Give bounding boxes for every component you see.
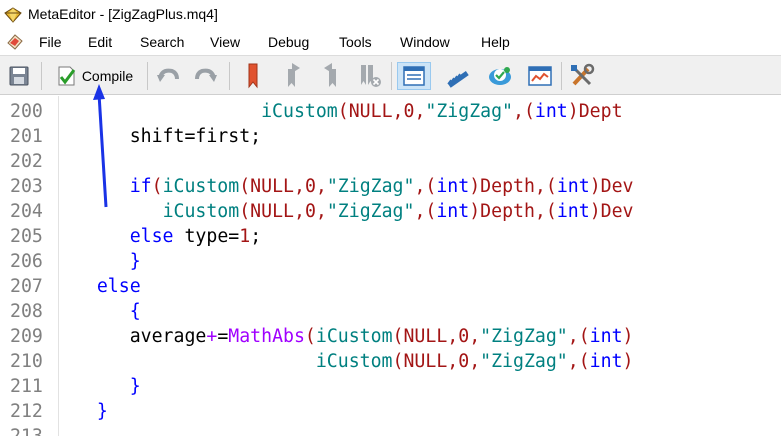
market-icon — [528, 66, 552, 86]
bookmark-button[interactable] — [240, 62, 266, 90]
bookmark-icon — [248, 63, 258, 89]
line-number: 209 — [10, 326, 43, 347]
line-number: 207 — [10, 276, 43, 297]
code-line[interactable]: { — [64, 299, 141, 324]
window-title: MetaEditor - [ZigZagPlus.mq4] — [28, 6, 218, 22]
market-button[interactable] — [525, 62, 555, 90]
code-line[interactable]: iCustom(NULL,0,"ZigZag",(int)Depth,(int)… — [64, 199, 634, 224]
menu-help[interactable]: Help — [479, 33, 512, 51]
menu-file[interactable]: File — [37, 33, 64, 51]
line-number: 213 — [10, 424, 43, 436]
options-icon — [571, 63, 595, 86]
code-line[interactable]: else type=1; — [64, 224, 261, 249]
bookmark-next-button[interactable] — [280, 62, 306, 90]
code-line[interactable]: if(iCustom(NULL,0,"ZigZag",(int)Depth,(i… — [64, 174, 634, 199]
undo-icon — [157, 68, 179, 82]
line-number: 208 — [10, 301, 43, 322]
bookmark-next-icon — [288, 63, 300, 87]
menu-tools[interactable]: Tools — [337, 33, 374, 51]
navigator-toggle-icon — [403, 66, 425, 86]
redo-icon — [195, 68, 217, 82]
line-number: 202 — [10, 151, 43, 172]
redo-button[interactable] — [192, 62, 220, 90]
code-line[interactable]: else — [64, 274, 141, 299]
save-icon — [9, 66, 29, 86]
community-icon — [489, 67, 511, 85]
bookmark-clear-button[interactable] — [356, 62, 384, 90]
menu-edit[interactable]: Edit — [86, 33, 114, 51]
code-line[interactable]: } — [64, 249, 141, 274]
code-line[interactable]: } — [64, 374, 141, 399]
navigator-toggle-button[interactable] — [397, 62, 431, 90]
style-icon — [447, 71, 469, 88]
code-line[interactable]: average+=MathAbs(iCustom(NULL,0,"ZigZag"… — [64, 324, 634, 349]
code-editor[interactable]: 200 201 202 203 204 205 206 207 208 209 … — [0, 96, 781, 436]
line-number: 211 — [10, 376, 43, 397]
line-number: 205 — [10, 226, 43, 247]
code-line[interactable]: } — [64, 399, 108, 424]
options-button[interactable] — [567, 62, 597, 90]
menu-bar: File Edit Search View Debug Tools Window… — [0, 30, 781, 54]
line-number: 201 — [10, 126, 43, 147]
line-number: 200 — [10, 101, 43, 122]
bookmark-prev-icon — [324, 63, 336, 87]
menu-view[interactable]: View — [208, 33, 242, 51]
bookmark-prev-button[interactable] — [318, 62, 344, 90]
line-number-gutter: 200 201 202 203 204 205 206 207 208 209 … — [0, 96, 59, 436]
menu-window[interactable]: Window — [398, 33, 452, 51]
compile-icon — [58, 66, 76, 86]
compile-button[interactable]: Compile — [48, 62, 140, 90]
undo-button[interactable] — [154, 62, 182, 90]
line-number: 204 — [10, 201, 43, 222]
title-bar: MetaEditor - [ZigZagPlus.mq4] — [0, 0, 781, 30]
community-button[interactable] — [485, 62, 515, 90]
menu-search[interactable]: Search — [138, 33, 186, 51]
save-button[interactable] — [5, 62, 33, 90]
line-number: 206 — [10, 251, 43, 272]
code-line[interactable]: iCustom(NULL,0,"ZigZag",(int)Dept — [64, 99, 622, 124]
code-line[interactable]: shift=first; — [64, 124, 261, 149]
line-number: 212 — [10, 401, 43, 422]
style-button[interactable] — [443, 62, 473, 90]
code-line[interactable]: iCustom(NULL,0,"ZigZag",(int) — [64, 349, 634, 374]
toolbar: Compile — [0, 55, 781, 95]
line-number: 210 — [10, 351, 43, 372]
bookmark-clear-icon — [361, 65, 381, 87]
menu-debug[interactable]: Debug — [266, 33, 311, 51]
line-number: 203 — [10, 176, 43, 197]
document-icon[interactable] — [5, 33, 25, 51]
metaeditor-icon — [4, 7, 22, 23]
compile-label: Compile — [81, 68, 134, 84]
